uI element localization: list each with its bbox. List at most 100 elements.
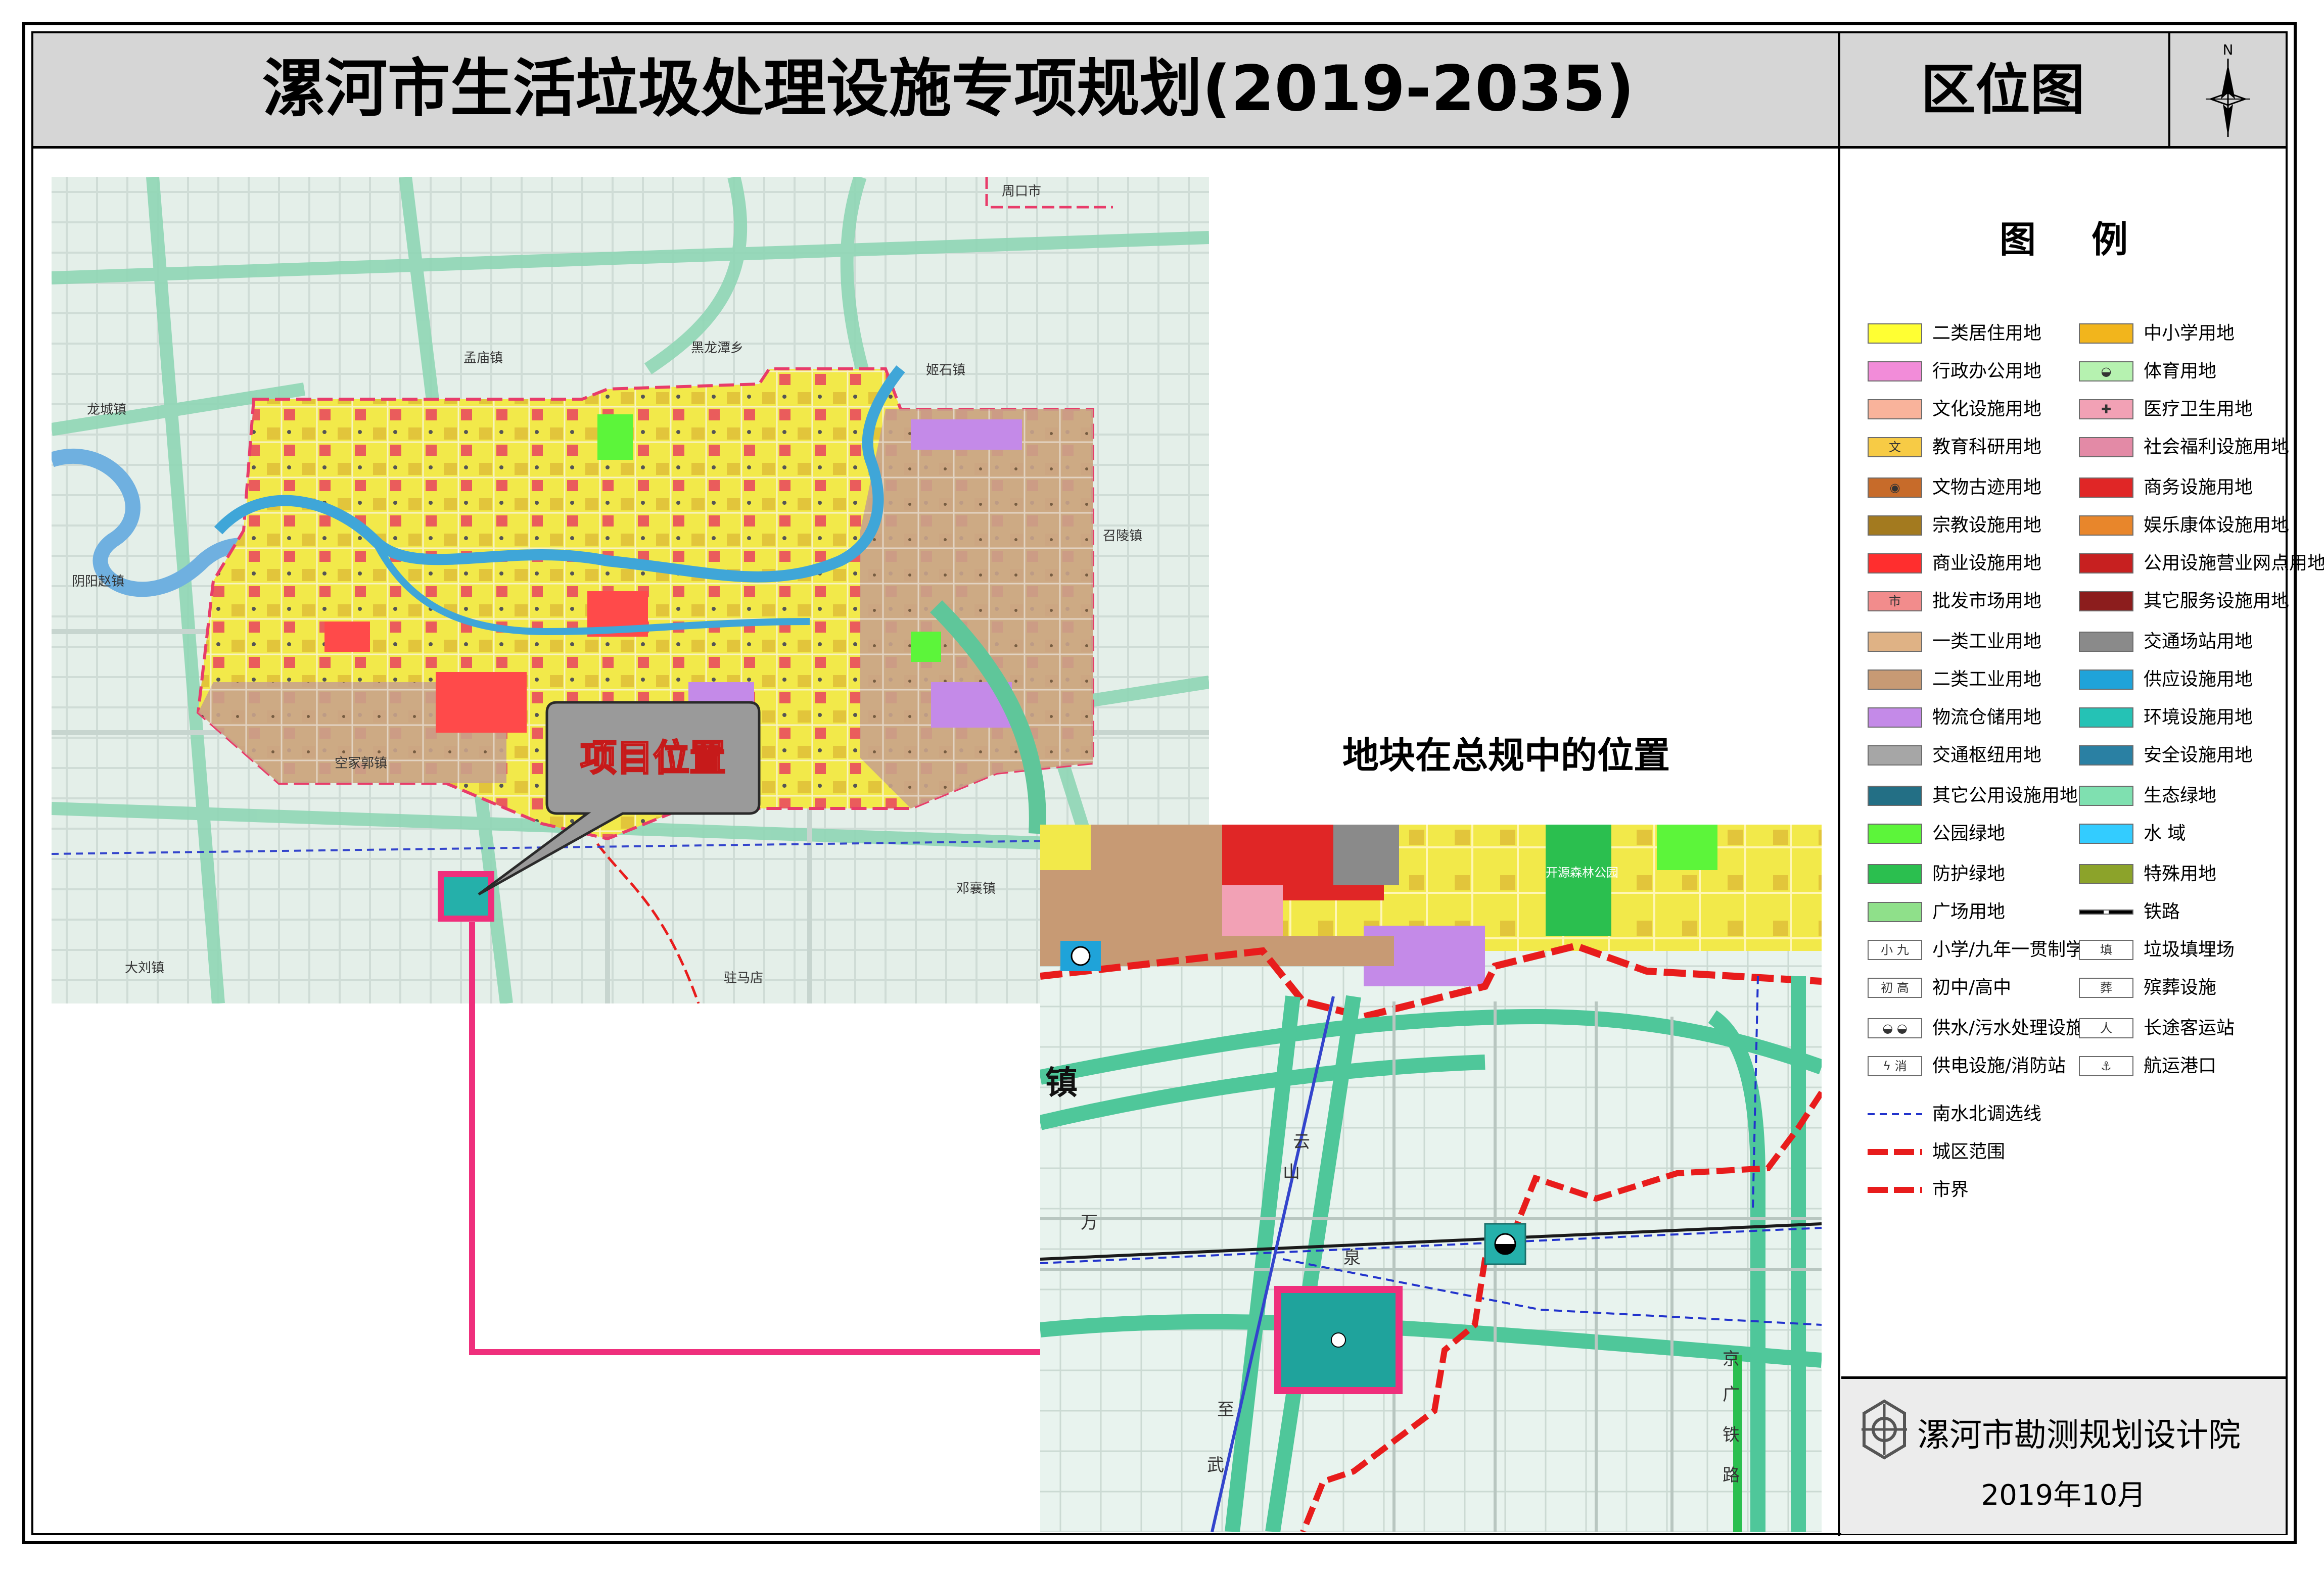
- legend-label: 批发市场用地: [1932, 591, 2042, 611]
- legend-label: 初中/高中: [1932, 977, 2012, 998]
- legend-label: 商业设施用地: [1932, 553, 2042, 573]
- legend-swatch: [1868, 553, 1922, 573]
- legend-swatch: 人: [2079, 1018, 2133, 1038]
- legend-swatch: [2079, 670, 2133, 690]
- legend: 图例 二类居住用地 中小学用地行政办公用地 ◒ 体育用地文化设施用地 ✚ 医疗卫生用地文教…: [1841, 152, 2324, 1374]
- legend-swatch: [2079, 786, 2133, 806]
- legend-swatch: [2079, 437, 2133, 457]
- legend-swatch: [1868, 361, 1922, 381]
- inset-label: 镇: [1045, 1065, 1078, 1102]
- legend-label: 生态绿地: [2144, 785, 2217, 806]
- legend-label: 水 域: [2144, 823, 2186, 844]
- legend-swatch: 初 高: [1868, 978, 1922, 998]
- legend-label: 物流仓储用地: [1932, 707, 2042, 728]
- legend-swatch: [1868, 515, 1922, 536]
- legend-swatch: [2079, 745, 2133, 766]
- institute-name: 漯河市勘测规划设计院: [1917, 1417, 2241, 1454]
- legend-swatch: 小 九: [1868, 940, 1922, 960]
- legend-swatch: [1868, 824, 1922, 844]
- legend-label: 防护绿地: [1932, 864, 2006, 884]
- legend-label: 教育科研用地: [1932, 437, 2042, 457]
- legend-label: 长途客运站: [2144, 1018, 2235, 1038]
- institute-logo-icon: [1862, 1399, 1907, 1460]
- legend-label: 环境设施用地: [2144, 707, 2253, 728]
- legend-swatch: [2079, 910, 2133, 915]
- legend-swatch: 填: [2079, 940, 2133, 960]
- legend-title: 图例: [1999, 218, 2183, 261]
- legend-label: 供电设施/消防站: [1932, 1056, 2066, 1076]
- inset-map: 开源森林公园 镇 万 泉 云 山 京 广 铁 路 至 武: [1040, 825, 1822, 1532]
- legend-line-swatch: [1868, 1149, 1922, 1155]
- legend-label: 铁路: [2144, 901, 2180, 922]
- legend-label: 其它公用设施用地: [1932, 785, 2078, 806]
- inset-label: 铁: [1723, 1425, 1740, 1445]
- legend-label: 垃圾填埋场: [2144, 939, 2235, 960]
- legend-label: 南水北调选线: [1932, 1104, 2042, 1124]
- legend-label: 供水/污水处理设施: [1932, 1018, 2084, 1038]
- legend-label: 医疗卫生用地: [2144, 399, 2253, 419]
- inset-label: 京: [1723, 1349, 1740, 1369]
- legend-label: 安全设施用地: [2144, 745, 2253, 766]
- legend-swatch: [1868, 707, 1922, 728]
- legend-swatch: ✚: [2079, 399, 2133, 419]
- plan-date: 2019年10月: [1981, 1479, 2146, 1512]
- legend-label: 体育用地: [2144, 361, 2217, 381]
- legend-label: 商务设施用地: [2144, 477, 2253, 498]
- legend-label: 中小学用地: [2144, 323, 2235, 344]
- legend-label: 文物古迹用地: [1932, 477, 2042, 498]
- legend-swatch: [2079, 323, 2133, 344]
- legend-swatch: 市: [1868, 591, 1922, 611]
- legend-label: 宗教设施用地: [1932, 515, 2042, 536]
- inset-label: 泉: [1343, 1248, 1361, 1268]
- inset-label: 至: [1217, 1400, 1234, 1420]
- inset-label: 山: [1283, 1162, 1300, 1182]
- legend-swatch: [2079, 632, 2133, 652]
- legend-label: 航运港口: [2144, 1056, 2217, 1076]
- legend-label: 公用设施营业网点用地: [2144, 553, 2324, 573]
- legend-label: 广场用地: [1932, 901, 2006, 922]
- legend-swatch: ◒: [2079, 361, 2133, 381]
- legend-label: 市界: [1932, 1179, 1969, 1200]
- legend-swatch: [1868, 632, 1922, 652]
- legend-label: 二类工业用地: [1932, 669, 2042, 690]
- legend-swatch: [2079, 591, 2133, 611]
- legend-label: 小学/九年一贯制学校: [1932, 939, 2103, 960]
- legend-label: 社会福利设施用地: [2144, 437, 2290, 457]
- legend-swatch: [2079, 824, 2133, 844]
- legend-swatch: [1868, 745, 1922, 766]
- legend-swatch: [1868, 399, 1922, 419]
- legend-line-swatch: [1868, 1187, 1922, 1193]
- legend-label: 殡葬设施: [2144, 977, 2217, 998]
- legend-label: 二类居住用地: [1932, 323, 2042, 344]
- organization-block: 漯河市勘测规划设计院 2019年10月: [1841, 1376, 2286, 1534]
- legend-line-swatch: [1868, 1113, 1922, 1115]
- legend-label: 特殊用地: [2144, 864, 2217, 884]
- legend-swatch: [1868, 670, 1922, 690]
- legend-swatch: [2079, 707, 2133, 728]
- inset-label: 开源森林公园: [1546, 866, 1618, 880]
- inset-label: 云: [1293, 1132, 1310, 1152]
- legend-swatch: [2079, 515, 2133, 536]
- legend-swatch: ϟ 消: [1868, 1056, 1922, 1076]
- inset-map-canvas: [1040, 825, 1822, 1532]
- legend-swatch: [1868, 902, 1922, 922]
- legend-label: 文化设施用地: [1932, 399, 2042, 419]
- legend-swatch: [1868, 323, 1922, 344]
- inset-label: 广: [1723, 1384, 1740, 1405]
- legend-swatch: [1868, 864, 1922, 884]
- legend-label: 一类工业用地: [1932, 631, 2042, 652]
- legend-label: 城区范围: [1932, 1141, 2006, 1162]
- legend-label: 其它服务设施用地: [2144, 591, 2290, 611]
- inset-title: 地块在总规中的位置: [1342, 734, 1670, 777]
- legend-swatch: 文: [1868, 437, 1922, 457]
- legend-swatch: 葬: [2079, 978, 2133, 998]
- legend-swatch: [2079, 477, 2133, 498]
- legend-label: 行政办公用地: [1932, 361, 2042, 381]
- legend-label: 供应设施用地: [2144, 669, 2253, 690]
- legend-label: 公园绿地: [1932, 823, 2006, 844]
- legend-label: 交通场站用地: [2144, 631, 2253, 652]
- legend-swatch: ◉: [1868, 477, 1922, 498]
- legend-label: 娱乐康体设施用地: [2144, 515, 2290, 536]
- inset-label: 路: [1723, 1465, 1740, 1486]
- legend-label: 交通枢纽用地: [1932, 745, 2042, 766]
